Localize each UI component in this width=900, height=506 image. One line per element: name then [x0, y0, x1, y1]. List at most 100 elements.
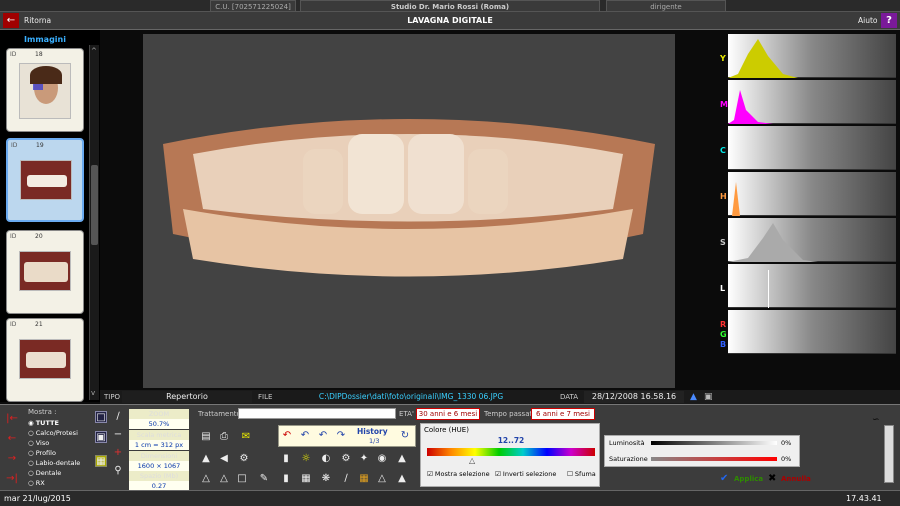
- undo-all-icon[interactable]: ↶: [281, 430, 293, 442]
- eta-label: ETA': [399, 410, 414, 418]
- thumbnail-item[interactable]: ID 18: [6, 48, 84, 132]
- histogram-panel: Y M C H S L R G B: [720, 34, 896, 356]
- help-label[interactable]: Aiuto: [858, 16, 878, 25]
- rotate-left-icon[interactable]: △: [200, 473, 212, 485]
- pen-plus-icon[interactable]: +: [112, 447, 124, 459]
- prev-icon[interactable]: ←: [6, 433, 18, 445]
- sun-icon[interactable]: ☼: [300, 453, 312, 465]
- thumb-id: 19: [36, 142, 44, 149]
- contrast-icon[interactable]: ◐: [320, 453, 332, 465]
- history-refresh-icon[interactable]: ↻: [399, 430, 411, 442]
- hue-title: Colore (HUE): [424, 426, 469, 434]
- back-arrow-icon[interactable]: ←: [3, 13, 19, 28]
- rotate-right-icon[interactable]: △: [218, 473, 230, 485]
- eye-icon[interactable]: ◉: [376, 453, 388, 465]
- thumb-id: 18: [35, 51, 43, 58]
- gear-icon[interactable]: ⚙: [340, 453, 352, 465]
- luminosity-value: 0%: [781, 439, 792, 447]
- histogram-c: C: [720, 126, 896, 170]
- radio-option[interactable]: ○ Calco/Protesi: [28, 428, 80, 438]
- channels-icon[interactable]: ▦: [300, 473, 312, 485]
- pen-icon[interactable]: ∕: [112, 411, 124, 423]
- radio-option[interactable]: ○ RX: [28, 478, 80, 488]
- sharpen-icon[interactable]: ▲: [396, 453, 408, 465]
- noise-icon[interactable]: ❋: [320, 473, 332, 485]
- hue-thumb-icon[interactable]: △: [469, 456, 475, 465]
- thumbnail-item[interactable]: ID 20: [6, 230, 84, 314]
- undo-step-icon[interactable]: ↶: [317, 430, 329, 442]
- transform-icon[interactable]: ⚙: [238, 453, 250, 465]
- radio-option[interactable]: ◉ TUTTE: [28, 418, 80, 428]
- brush-icon[interactable]: ∕: [340, 473, 352, 485]
- dim-label: Dimensioni (pixels): [129, 451, 189, 470]
- first-icon[interactable]: |←: [6, 413, 18, 425]
- radio-option[interactable]: ○ Profilo: [28, 448, 80, 458]
- adjust-panel: Luminosità 0% Saturazione 0%: [604, 435, 800, 467]
- sfuma-label: Sfuma: [574, 470, 596, 478]
- thumb-id-label: ID: [10, 321, 17, 328]
- dental-photo: [163, 119, 655, 277]
- apply-button[interactable]: Applica: [734, 475, 763, 483]
- luminosity-label: Luminosità: [609, 439, 645, 447]
- flip-vertical-icon[interactable]: ◀: [218, 453, 230, 465]
- dim-value: 1600 × 1067: [129, 461, 189, 471]
- channel-label: Y: [720, 54, 726, 63]
- radio-option[interactable]: ○ Viso: [28, 438, 80, 448]
- brightness-icon[interactable]: ▮: [280, 453, 292, 465]
- history-count: 1/3: [369, 437, 380, 445]
- radio-option[interactable]: ○ Labio-dentale: [28, 458, 80, 468]
- next-icon[interactable]: →: [6, 453, 18, 465]
- fullscreen-icon[interactable]: ▣: [95, 431, 107, 443]
- filmstrip-icon[interactable]: ▦: [95, 455, 107, 467]
- treatment-input[interactable]: [238, 408, 396, 419]
- teeth-photo-thumb: [19, 339, 71, 379]
- cancel-button[interactable]: Annulla: [781, 475, 811, 483]
- palette-icon[interactable]: ▦: [358, 473, 370, 485]
- thumbnail-item[interactable]: ID 19: [6, 138, 84, 222]
- undo-icon[interactable]: ↶: [299, 430, 311, 442]
- search-icon[interactable]: ⚲: [112, 465, 124, 477]
- inverti-selezione-checkbox[interactable]: ☑ Inverti selezione: [495, 470, 556, 478]
- tipo-value: Repertorio: [122, 391, 252, 403]
- thumbnail-item[interactable]: ID 21: [6, 318, 84, 402]
- scale-value: 1 cm = 312 px: [129, 440, 189, 450]
- status-time: 17.43.41: [846, 494, 882, 503]
- channel-label: L: [720, 284, 726, 293]
- mostra-selezione-checkbox[interactable]: ☑ Mostra selezione: [427, 470, 490, 478]
- channel-label: B: [720, 340, 727, 349]
- drop-fill-icon[interactable]: ▲: [396, 473, 408, 485]
- apply-check-icon[interactable]: ✔: [720, 473, 728, 484]
- drop-icon[interactable]: △: [376, 473, 388, 485]
- flip-horizontal-icon[interactable]: ▲: [200, 453, 212, 465]
- last-icon[interactable]: →|: [6, 473, 18, 485]
- thumb-id: 21: [35, 321, 43, 328]
- cancel-x-icon[interactable]: ✖: [768, 473, 776, 484]
- histogram-y: Y: [720, 34, 896, 78]
- fit-icon[interactable]: □: [95, 411, 107, 423]
- radio-option[interactable]: ○ Dentale: [28, 468, 80, 478]
- levels-icon[interactable]: ▮: [280, 473, 292, 485]
- sfuma-checkbox[interactable]: ☐ Sfuma: [567, 470, 596, 478]
- image-canvas[interactable]: [143, 34, 675, 388]
- panel-scrollbar[interactable]: [884, 425, 894, 483]
- crop-icon[interactable]: □: [236, 473, 248, 485]
- luminosity-slider[interactable]: [651, 441, 777, 445]
- saturation-slider[interactable]: [651, 457, 777, 461]
- sidebar-scrollbar[interactable]: ^ v: [89, 45, 99, 400]
- help-button[interactable]: ?: [881, 13, 897, 28]
- print-icon[interactable]: ⎙: [218, 431, 230, 443]
- copy-icon[interactable]: ▣: [704, 392, 713, 402]
- save-icon[interactable]: ▤: [200, 431, 212, 443]
- tool-icon[interactable]: ∽: [872, 415, 880, 425]
- cu-code: C.U. [702571225024]: [210, 0, 296, 12]
- mostra-options[interactable]: ◉ TUTTE ○ Calco/Protesi ○ Viso ○ Profilo…: [28, 418, 80, 488]
- tempo-label: Tempo passato: [484, 410, 537, 418]
- hue-slider[interactable]: [427, 448, 595, 456]
- rgb-icon[interactable]: ▲: [690, 392, 697, 402]
- redo-icon[interactable]: ↷: [335, 430, 347, 442]
- pen-minus-icon[interactable]: −: [112, 429, 124, 441]
- magic-icon[interactable]: ✦: [358, 453, 370, 465]
- pencil-icon[interactable]: ✎: [258, 473, 270, 485]
- title-bar: Ritorna LAVAGNA DIGITALE Aiuto: [0, 12, 900, 30]
- email-icon[interactable]: ✉: [236, 431, 256, 443]
